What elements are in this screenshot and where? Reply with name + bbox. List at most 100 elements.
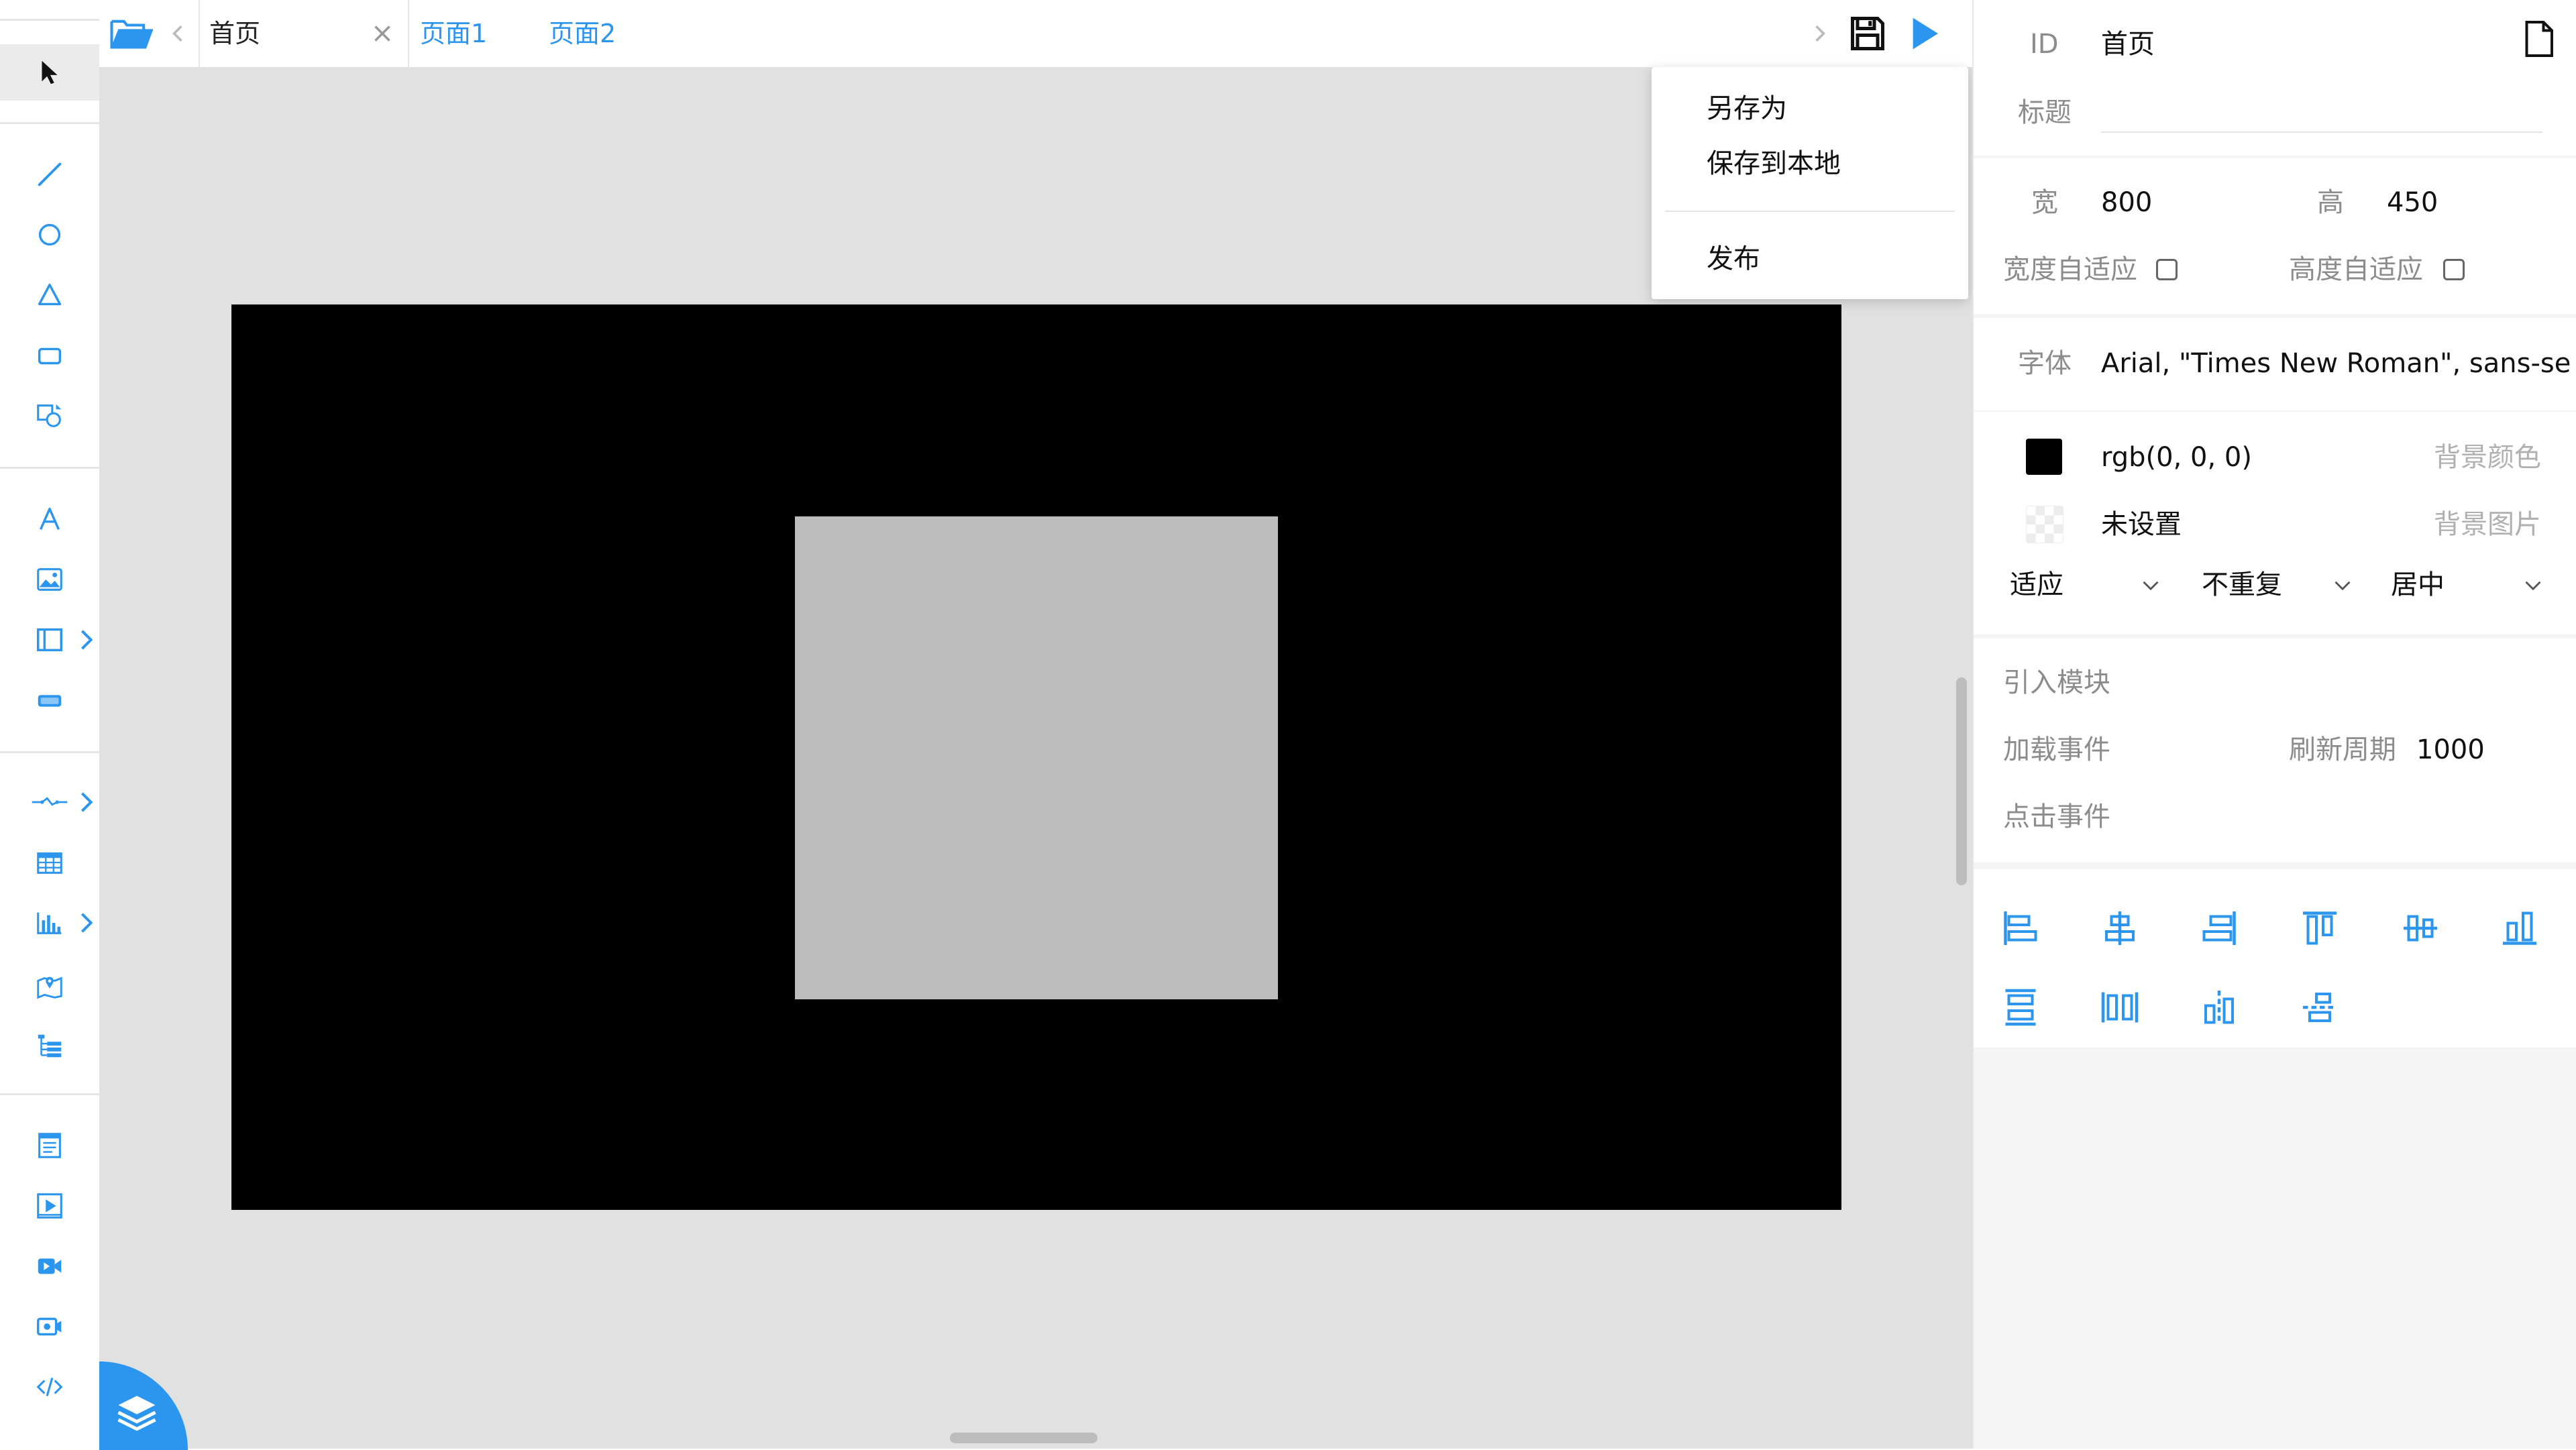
width-input[interactable]: 800 bbox=[2101, 185, 2152, 220]
circle-icon bbox=[38, 223, 61, 246]
title-label: 标题 bbox=[2018, 97, 2072, 128]
table-tool[interactable] bbox=[0, 836, 99, 889]
tree-tool[interactable] bbox=[0, 1019, 99, 1073]
save-button[interactable] bbox=[1843, 9, 1892, 58]
page-settings-button[interactable] bbox=[2518, 17, 2559, 60]
chart-tool[interactable] bbox=[0, 896, 99, 950]
distribute-vertical-icon[interactable] bbox=[2000, 987, 2041, 1027]
table-icon bbox=[37, 852, 62, 874]
toolbar-divider bbox=[0, 19, 99, 21]
play-icon bbox=[1913, 17, 1938, 50]
tree-icon bbox=[38, 1034, 62, 1058]
distribute-horizontal-icon[interactable] bbox=[2100, 987, 2140, 1027]
click-event-label[interactable]: 点击事件 bbox=[2003, 799, 2110, 834]
circle-tool[interactable] bbox=[0, 208, 99, 262]
refresh-interval-input[interactable]: 1000 bbox=[2416, 732, 2485, 767]
align-center-vertical-icon[interactable] bbox=[2400, 908, 2440, 948]
align-top-icon[interactable] bbox=[2300, 908, 2340, 948]
page-canvas[interactable] bbox=[231, 304, 1841, 1210]
size-section: 宽 800 高 450 宽度自适应 高度自适应 bbox=[1974, 158, 2576, 314]
auto-width-label: 宽度自适应 bbox=[2003, 254, 2137, 285]
bg-color-label: 背景颜色 bbox=[2434, 442, 2541, 473]
rectangle-tool[interactable] bbox=[0, 329, 99, 382]
text-icon bbox=[40, 507, 60, 531]
map-icon bbox=[37, 977, 62, 999]
video-tool[interactable] bbox=[0, 1239, 99, 1293]
video-player-icon bbox=[37, 1193, 62, 1219]
vertical-scrollbar[interactable] bbox=[1956, 677, 1967, 885]
same-height-icon[interactable] bbox=[2300, 987, 2340, 1027]
align-left-icon[interactable] bbox=[2000, 908, 2041, 948]
image-icon bbox=[37, 568, 62, 591]
text-tool[interactable] bbox=[0, 492, 99, 546]
font-input[interactable]: Arial, "Times New Roman", sans-se bbox=[2101, 346, 2571, 381]
menu-item-save-local[interactable]: 保存到本地 bbox=[1707, 146, 1841, 181]
top-bar: 首页 页面1 页面2 bbox=[99, 0, 1972, 68]
properties-panel: ID 首页 标题 宽 800 高 450 宽度自适应 高度自适应 字体 Aria… bbox=[1972, 0, 2576, 1449]
container-tool[interactable] bbox=[0, 613, 99, 667]
map-tool[interactable] bbox=[0, 959, 99, 1013]
auto-width-checkbox[interactable] bbox=[2156, 259, 2178, 280]
rectangle-icon bbox=[38, 347, 62, 365]
tabs-scroll-right-button[interactable] bbox=[1811, 20, 1829, 47]
horizontal-scrollbar[interactable] bbox=[950, 1433, 1097, 1443]
code-icon bbox=[36, 1378, 63, 1396]
menu-item-publish[interactable]: 发布 bbox=[1707, 241, 1760, 276]
height-input[interactable]: 450 bbox=[2387, 185, 2438, 220]
id-value[interactable]: 首页 bbox=[2101, 27, 2155, 62]
bg-image-swatch[interactable] bbox=[2026, 506, 2063, 543]
code-tool[interactable] bbox=[0, 1360, 99, 1414]
toolbar-divider bbox=[0, 751, 99, 753]
toolbar-divider bbox=[0, 122, 99, 124]
page-info-section: ID 首页 标题 bbox=[1974, 0, 2576, 156]
tab-close-button[interactable] bbox=[369, 20, 396, 47]
font-label: 字体 bbox=[2018, 348, 2072, 379]
triangle-tool[interactable] bbox=[0, 268, 99, 322]
align-right-icon[interactable] bbox=[2199, 908, 2239, 948]
connector-tool[interactable] bbox=[0, 775, 99, 829]
load-event-label[interactable]: 加载事件 bbox=[2003, 732, 2110, 767]
tab-page1[interactable]: 页面1 bbox=[408, 0, 535, 67]
auto-height-checkbox[interactable] bbox=[2443, 259, 2465, 280]
align-bottom-icon[interactable] bbox=[2500, 908, 2540, 948]
line-icon bbox=[38, 162, 62, 186]
tabs-scroll-left-button[interactable] bbox=[169, 20, 186, 47]
input-tool[interactable] bbox=[0, 673, 99, 727]
auto-height-label: 高度自适应 bbox=[2289, 254, 2423, 285]
font-section: 字体 Arial, "Times New Roman", sans-se bbox=[1974, 318, 2576, 410]
refresh-interval-label: 刷新周期 bbox=[2289, 734, 2396, 765]
chevron-down-icon bbox=[2334, 581, 2351, 591]
bg-size-select[interactable]: 适应 bbox=[2010, 563, 2171, 606]
tab-home[interactable]: 首页 bbox=[199, 0, 409, 67]
align-center-horizontal-icon[interactable] bbox=[2100, 908, 2140, 948]
run-button[interactable] bbox=[1900, 9, 1948, 58]
bg-image-value[interactable]: 未设置 bbox=[2101, 507, 2182, 542]
bg-repeat-select[interactable]: 不重复 bbox=[2202, 563, 2363, 606]
camera-tool[interactable] bbox=[0, 1300, 99, 1353]
import-module-label[interactable]: 引入模块 bbox=[2003, 665, 2110, 700]
pointer-tool[interactable] bbox=[0, 44, 99, 101]
toolbar-divider bbox=[0, 1093, 99, 1095]
tab-page1-label: 页面1 bbox=[420, 19, 488, 48]
open-file-button[interactable] bbox=[107, 12, 156, 55]
bg-position-select[interactable]: 居中 bbox=[2391, 563, 2552, 606]
menu-item-save-as[interactable]: 另存为 bbox=[1707, 91, 1787, 126]
close-icon bbox=[374, 25, 390, 42]
bg-position-value: 居中 bbox=[2391, 569, 2445, 600]
chevron-right-icon bbox=[1815, 25, 1825, 42]
shapes-tool[interactable] bbox=[0, 389, 99, 443]
chevron-right-icon bbox=[80, 792, 93, 812]
rectangle-shape[interactable] bbox=[795, 516, 1278, 999]
same-width-icon[interactable] bbox=[2199, 987, 2239, 1027]
chevron-down-icon bbox=[2525, 581, 2541, 591]
line-tool[interactable] bbox=[0, 148, 99, 201]
bg-color-swatch[interactable] bbox=[2026, 439, 2062, 475]
image-tool[interactable] bbox=[0, 553, 99, 606]
folder-open-icon bbox=[110, 19, 153, 49]
width-label: 宽 bbox=[2031, 187, 2058, 218]
file-icon bbox=[2525, 21, 2553, 57]
tab-page2[interactable]: 页面2 bbox=[535, 0, 663, 67]
bg-color-value[interactable]: rgb(0, 0, 0) bbox=[2101, 440, 2252, 475]
video-player-tool[interactable] bbox=[0, 1179, 99, 1233]
iframe-tool[interactable] bbox=[0, 1119, 99, 1172]
